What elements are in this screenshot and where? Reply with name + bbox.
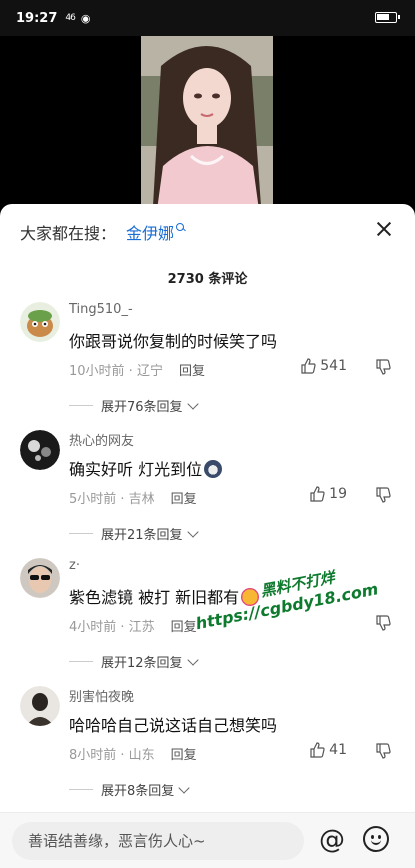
close-icon[interactable] [375,220,393,238]
comment-time: 8小时前 · 山东 [69,748,155,763]
video-thumbnail [141,36,273,210]
thumb-up-icon [301,358,316,374]
expand-replies[interactable]: 展开21条回复 [69,524,199,543]
reply-button[interactable]: 回复 [179,364,205,379]
comment-time: 4小时前 · 江苏 [69,620,155,635]
chevron-down-icon [178,781,190,794]
chevron-down-icon [186,653,199,666]
wifi-icon: ◉ [80,11,91,25]
expand-replies-label: 展开12条回复 [101,656,183,671]
expand-replies-label: 展开8条回复 [101,784,175,799]
thumb-down-icon[interactable] [375,743,391,759]
avatar[interactable] [20,302,60,342]
comment-item: 别害怕夜晚 哈哈哈自己说这话自己想笑吗 8小时前 · 山东 回复 41 展开8条回… [0,686,415,816]
comments-sheet: 大家都在搜： 金伊娜 2730 条评论 Ting510_- 你跟哥说你复制的时候… [0,204,415,868]
like-count: 541 [320,358,347,374]
search-icon [176,223,186,233]
divider [69,789,93,790]
chevron-down-icon [186,397,199,410]
expand-replies[interactable]: 展开76条回复 [69,396,199,415]
username[interactable]: z· [69,558,80,573]
avatar[interactable] [20,558,60,598]
search-term-link[interactable]: 金伊娜 [126,220,174,244]
reply-button[interactable]: 回复 [171,748,197,763]
battery-icon [375,12,400,23]
video-player[interactable] [0,36,415,216]
thumb-down-icon[interactable] [375,615,391,631]
comment-text: 哈哈哈自己说这话自己想笑吗 [69,716,278,735]
video-frame[interactable] [141,36,273,210]
thumb-down-icon[interactable] [375,359,391,375]
comment-meta: 5小时前 · 吉林 回复 [69,488,197,507]
expand-replies-label: 展开76条回复 [101,400,183,415]
avatar[interactable] [20,430,60,470]
search-suggestion[interactable]: 大家都在搜： 金伊娜 [20,218,395,246]
like-count: 19 [329,486,347,502]
reply-button[interactable]: 回复 [171,620,197,635]
like-button[interactable]: 41 [309,742,347,758]
comment-time: 10小时前 · 辽宁 [69,364,163,379]
thumb-up-icon [310,486,325,502]
cat-emoji-icon [204,460,223,478]
reply-button[interactable]: 回复 [171,492,197,507]
at-icon[interactable]: @ [318,826,346,854]
comment-meta: 10小时前 · 辽宁 回复 [69,360,205,379]
comment-item: Ting510_- 你跟哥说你复制的时候笑了吗 10小时前 · 辽宁 回复 541… [0,302,415,432]
comment-input-bar: @ [0,812,415,868]
expand-replies[interactable]: 展开12条回复 [69,652,199,671]
search-prefix: 大家都在搜： [20,224,117,243]
username[interactable]: 热心的网友 [69,430,134,449]
divider [69,405,93,406]
expand-replies-label: 展开21条回复 [101,528,183,543]
comment-item: 热心的网友 确实好听 灯光到位 5小时前 · 吉林 回复 19 展开21条回复 [0,430,415,560]
comment-count: 2730 条评论 [167,272,248,287]
like-button[interactable]: 19 [309,486,347,502]
status-time: 19:27 [16,10,58,26]
avatar[interactable] [20,686,60,726]
comment-input[interactable] [12,822,304,860]
chevron-down-icon [186,525,199,538]
comment-time: 5小时前 · 吉林 [69,492,155,507]
divider [69,533,93,534]
username[interactable]: 别害怕夜晚 [69,686,134,705]
like-count: 41 [329,742,347,758]
thumb-down-icon[interactable] [375,487,391,503]
divider [69,661,93,662]
expand-replies[interactable]: 展开8条回复 [69,780,190,799]
comment-meta: 8小时前 · 山东 回复 [69,744,197,763]
status-bar: 19:27 46 ◉ [0,0,415,36]
thumb-up-icon [310,742,325,758]
like-button[interactable]: 541 [300,358,347,374]
comment-text: 你跟哥说你复制的时候笑了吗 [69,332,278,351]
comment-text: 确实好听 灯光到位 [69,456,223,480]
comment-meta: 4小时前 · 江苏 回复 [69,616,197,635]
emoji-icon[interactable] [363,826,389,852]
username[interactable]: Ting510_- [69,302,133,317]
signal-icon: 46 [65,13,76,23]
